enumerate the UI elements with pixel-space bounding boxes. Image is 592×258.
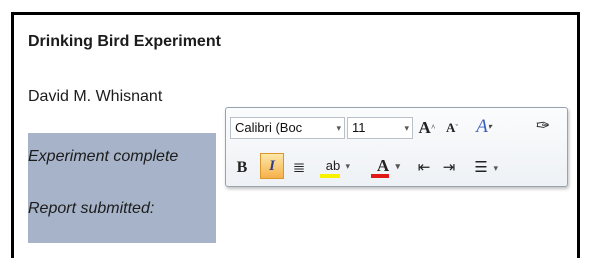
grow-font-icon: A: [418, 118, 431, 137]
chevron-down-icon[interactable]: ▾: [493, 156, 498, 180]
selected-line-report[interactable]: Report submitted:: [28, 200, 154, 218]
styles-icon: A: [476, 116, 488, 137]
highlight-icon: ab: [325, 158, 341, 173]
bold-button[interactable]: B: [230, 156, 254, 180]
document-author: David M. Whisnant: [28, 88, 163, 105]
chevron-down-icon[interactable]: ▾: [336, 118, 341, 138]
chevron-down-icon[interactable]: ▾: [345, 154, 350, 178]
document-title: Drinking Bird Experiment: [28, 33, 221, 50]
decrease-indent-icon: ⇤: [417, 159, 431, 176]
font-color-swatch: [371, 174, 389, 178]
styles-button[interactable]: A▾: [466, 115, 502, 139]
highlight-color-button[interactable]: ab ▾: [316, 154, 350, 178]
increase-indent-button[interactable]: ⇥: [438, 156, 460, 180]
selected-line-experiment[interactable]: Experiment complete: [28, 148, 178, 166]
center-align-icon: ≣: [292, 159, 306, 176]
italic-button[interactable]: I: [260, 153, 284, 179]
format-painter-button[interactable]: ✑: [531, 114, 555, 138]
italic-icon: I: [269, 158, 275, 174]
center-align-button[interactable]: ≣: [288, 156, 310, 180]
bold-icon: B: [236, 159, 248, 176]
mini-formatting-toolbar: Calibri (Boc ▾ 11 ▾ A^ Aˇ A▾ ✑ B I ≣ ab …: [225, 107, 568, 187]
highlight-color-swatch: [320, 174, 340, 178]
bullets-button[interactable]: ☰ ▾: [464, 156, 498, 180]
format-painter-icon: ✑: [535, 116, 551, 135]
decrease-indent-button[interactable]: ⇤: [413, 156, 435, 180]
font-size-combo[interactable]: 11 ▾: [347, 117, 413, 139]
bullets-icon: ☰: [474, 159, 488, 176]
shrink-font-button[interactable]: Aˇ: [442, 116, 462, 140]
font-color-button[interactable]: A ▾: [366, 154, 400, 178]
font-name-combo[interactable]: Calibri (Boc ▾: [230, 117, 345, 139]
shrink-font-icon: A: [445, 120, 456, 135]
font-color-icon: A: [376, 156, 390, 175]
font-name-value: Calibri (Boc: [235, 120, 303, 135]
increase-indent-icon: ⇥: [442, 159, 456, 176]
chevron-down-icon[interactable]: ▾: [395, 154, 400, 178]
chevron-down-icon[interactable]: ▾: [404, 118, 409, 138]
font-size-value: 11: [352, 120, 366, 135]
grow-font-button[interactable]: A^: [416, 116, 438, 140]
